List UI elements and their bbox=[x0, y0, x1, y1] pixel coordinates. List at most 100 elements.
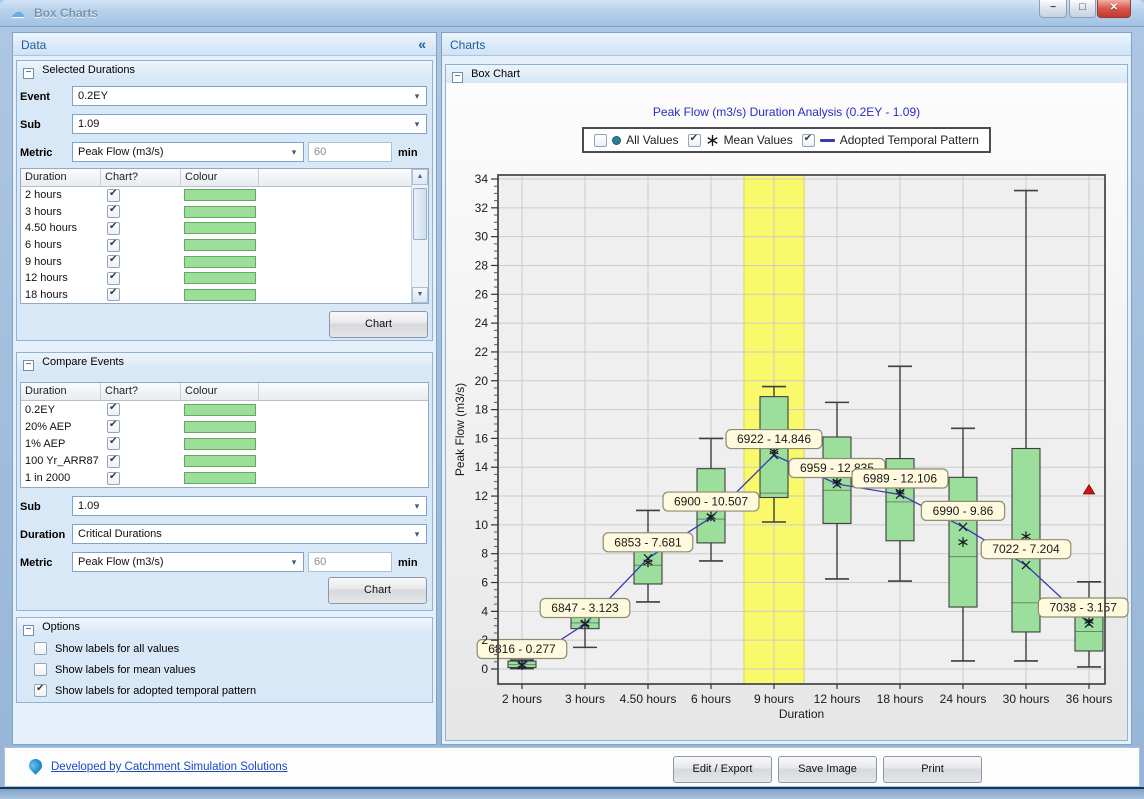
option-checkbox[interactable] bbox=[34, 663, 47, 676]
svg-text:4: 4 bbox=[481, 604, 488, 618]
compare-duration-select[interactable]: Critical Durations bbox=[72, 524, 427, 544]
colour-swatch[interactable] bbox=[184, 272, 256, 284]
x-axis-title: Duration bbox=[779, 707, 824, 721]
options-group: Options Show labels for all valuesShow l… bbox=[16, 617, 433, 703]
row-label: 12 hours bbox=[21, 272, 101, 284]
chart-checkbox[interactable] bbox=[107, 420, 120, 433]
metric-select[interactable]: Peak Flow (m3/s) bbox=[72, 142, 304, 162]
save-image-button[interactable]: Save Image bbox=[778, 756, 877, 783]
chevron-down-icon bbox=[409, 88, 425, 104]
chart-checkbox[interactable] bbox=[107, 403, 120, 416]
row-label: 2 hours bbox=[21, 189, 101, 201]
table-row[interactable]: 1 in 2000 bbox=[21, 470, 428, 487]
compare-interval-input[interactable]: 60 bbox=[308, 552, 392, 572]
column-header: Chart? bbox=[101, 383, 181, 400]
box-chart-header: Box Chart bbox=[446, 65, 1127, 83]
line-marker-icon bbox=[820, 139, 835, 142]
chart-checkbox[interactable] bbox=[107, 239, 120, 252]
table-row[interactable]: 100 Yr_ARR87 bbox=[21, 453, 428, 470]
colour-swatch[interactable] bbox=[184, 455, 256, 467]
colour-swatch[interactable] bbox=[184, 472, 256, 484]
table-row[interactable]: 0.2EY bbox=[21, 401, 428, 418]
compare-chart-button[interactable]: Chart bbox=[328, 577, 427, 604]
legend-checkbox[interactable] bbox=[802, 134, 815, 147]
option-row[interactable]: Show labels for adopted temporal pattern bbox=[34, 684, 256, 697]
collapse-group-icon[interactable] bbox=[23, 625, 34, 636]
chart-checkbox[interactable] bbox=[107, 288, 120, 301]
table-row[interactable]: 9 hours bbox=[21, 253, 428, 270]
legend-checkbox[interactable] bbox=[688, 134, 701, 147]
table-row[interactable]: 2 hours bbox=[21, 187, 428, 204]
legend-checkbox[interactable] bbox=[594, 134, 607, 147]
water-drop-logo-icon bbox=[26, 756, 44, 774]
colour-swatch[interactable] bbox=[184, 239, 256, 251]
compare-metric-select-value: Peak Flow (m3/s) bbox=[78, 556, 283, 568]
event-select[interactable]: 0.2EY bbox=[72, 86, 427, 106]
table-row[interactable]: 4.50 hours bbox=[21, 220, 428, 237]
chevron-down-icon bbox=[286, 554, 302, 570]
option-label: Show labels for adopted temporal pattern bbox=[55, 685, 256, 697]
compare-metric-select[interactable]: Peak Flow (m3/s) bbox=[72, 552, 304, 572]
colour-swatch[interactable] bbox=[184, 222, 256, 234]
chart-checkbox[interactable] bbox=[107, 255, 120, 268]
selected-durations-group: Selected Durations Event 0.2EY Sub 1.09 … bbox=[16, 60, 433, 341]
colour-swatch[interactable] bbox=[184, 189, 256, 201]
chart-checkbox[interactable] bbox=[107, 272, 120, 285]
table-row[interactable]: 18 hours bbox=[21, 287, 428, 304]
chart-checkbox[interactable] bbox=[107, 222, 120, 235]
colour-swatch[interactable] bbox=[184, 206, 256, 218]
svg-text:7038 - 3.157: 7038 - 3.157 bbox=[1050, 601, 1118, 615]
colour-swatch[interactable] bbox=[184, 289, 256, 301]
chart-checkbox[interactable] bbox=[107, 437, 120, 450]
chart-title: Peak Flow (m3/s) Duration Analysis (0.2E… bbox=[446, 105, 1127, 119]
colour-swatch[interactable] bbox=[184, 404, 256, 416]
svg-text:3 hours: 3 hours bbox=[565, 692, 605, 706]
durations-table-scrollbar[interactable] bbox=[411, 169, 428, 303]
scroll-up-icon[interactable] bbox=[412, 169, 428, 185]
selected-durations-header: Selected Durations bbox=[17, 61, 432, 79]
option-row[interactable]: Show labels for all values bbox=[34, 642, 179, 655]
collapse-panel-icon[interactable] bbox=[418, 36, 426, 52]
sub-label: Sub bbox=[20, 119, 41, 131]
sub-select[interactable]: 1.09 bbox=[72, 114, 427, 134]
svg-text:6 hours: 6 hours bbox=[691, 692, 731, 706]
window-bottom-border bbox=[0, 787, 1144, 799]
chart-checkbox[interactable] bbox=[107, 189, 120, 202]
table-row[interactable]: 20% AEP bbox=[21, 418, 428, 435]
credit-link[interactable]: Developed by Catchment Simulation Soluti… bbox=[51, 761, 288, 773]
table-row[interactable]: 24 hours bbox=[21, 303, 428, 304]
table-row[interactable]: 12 hours bbox=[21, 270, 428, 287]
scroll-down-icon[interactable] bbox=[412, 287, 428, 303]
chart-checkbox[interactable] bbox=[107, 455, 120, 468]
svg-text:22: 22 bbox=[475, 345, 489, 359]
row-label: 9 hours bbox=[21, 256, 101, 268]
svg-text:18: 18 bbox=[475, 403, 489, 417]
table-row[interactable]: 3 hours bbox=[21, 204, 428, 221]
minimize-button[interactable] bbox=[1039, 0, 1067, 18]
option-label: Show labels for mean values bbox=[55, 664, 196, 676]
option-row[interactable]: Show labels for mean values bbox=[34, 663, 196, 676]
option-checkbox[interactable] bbox=[34, 642, 47, 655]
row-label: 20% AEP bbox=[21, 421, 101, 433]
chart-checkbox[interactable] bbox=[107, 472, 120, 485]
collapse-group-icon[interactable] bbox=[23, 68, 34, 79]
edit-export-button[interactable]: Edit / Export bbox=[673, 756, 772, 783]
table-row[interactable]: 1% AEP bbox=[21, 435, 428, 452]
collapse-group-icon[interactable] bbox=[23, 360, 34, 371]
colour-swatch[interactable] bbox=[184, 256, 256, 268]
compare-sub-select[interactable]: 1.09 bbox=[72, 496, 427, 516]
charts-panel: Charts Box Chart Peak Flow (m3/s) Durati… bbox=[441, 32, 1132, 745]
chart-checkbox[interactable] bbox=[107, 205, 120, 218]
scrollbar-thumb[interactable] bbox=[413, 188, 427, 240]
print-button[interactable]: Print bbox=[883, 756, 982, 783]
selected-durations-title: Selected Durations bbox=[42, 64, 135, 76]
collapse-group-icon[interactable] bbox=[452, 72, 463, 83]
colour-swatch[interactable] bbox=[184, 438, 256, 450]
restore-button[interactable] bbox=[1069, 0, 1096, 18]
interval-input[interactable]: 60 bbox=[308, 142, 392, 162]
chart-button[interactable]: Chart bbox=[329, 311, 428, 338]
table-row[interactable]: 6 hours bbox=[21, 237, 428, 254]
close-button[interactable] bbox=[1097, 0, 1131, 18]
option-checkbox[interactable] bbox=[34, 684, 47, 697]
colour-swatch[interactable] bbox=[184, 421, 256, 433]
